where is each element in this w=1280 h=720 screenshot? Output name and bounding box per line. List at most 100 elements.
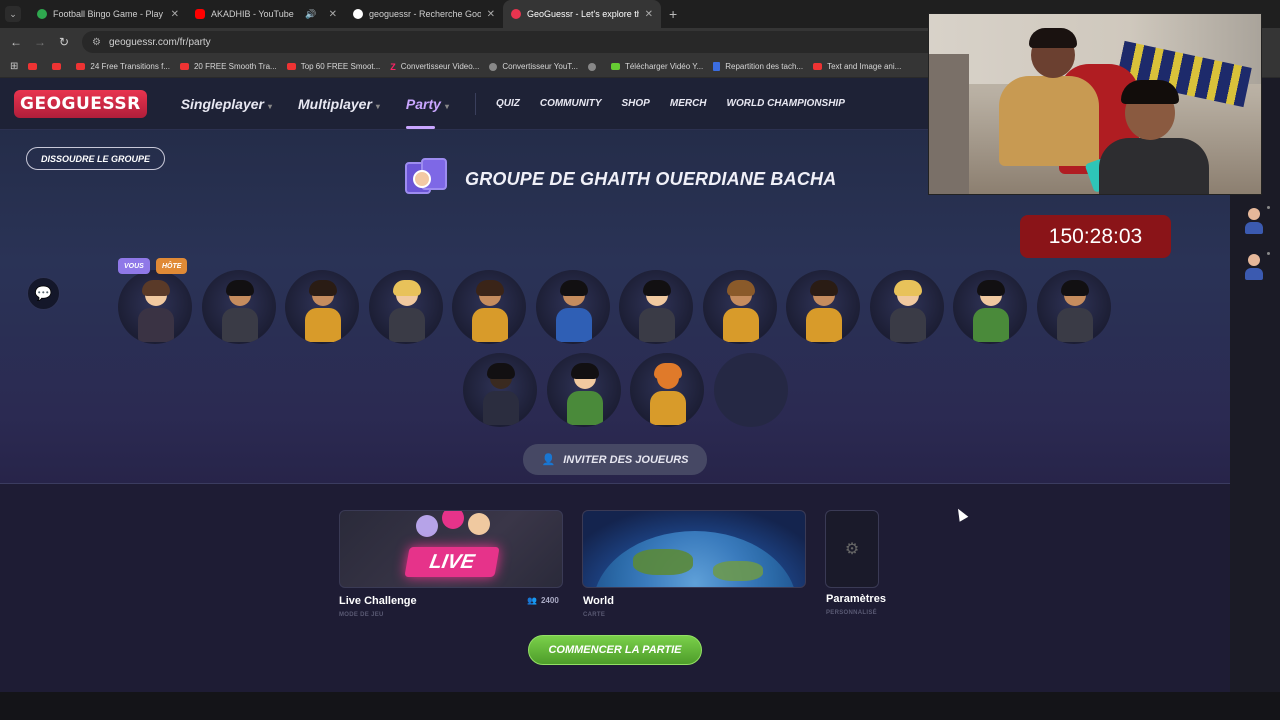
invite-label: INVITER DES JOUEURS [563,453,689,466]
map-card[interactable] [582,510,806,588]
bookmark-item[interactable]: Convertisseur YouT... [489,62,578,71]
webcam-overlay [928,13,1262,195]
settings-card[interactable]: ⚙ [825,510,879,588]
settings-sub: PERSONNALISÉ [826,610,877,616]
group-title: GROUPE DE GHAITH OUERDIANE BACHA [465,168,837,189]
site-info-icon[interactable]: ⚙ [92,37,101,48]
start-game-button[interactable]: COMMENCER LA PARTIE [528,635,702,665]
player-avatar[interactable] [619,270,693,344]
player-avatar[interactable] [463,353,537,427]
google-icon [353,9,363,19]
bookmark-item[interactable]: Top 60 FREE Smoot... [286,62,380,71]
live-badge: LIVE [404,547,500,577]
nav-quiz[interactable]: QUIZ [496,98,520,109]
geoguessr-favicon-icon [511,9,521,19]
player-avatar[interactable] [953,270,1027,344]
new-tab-icon[interactable]: + [669,6,677,22]
chat-icon[interactable]: 💬 [27,277,60,310]
bookmark-item[interactable]: Repartition des tach... [713,62,803,71]
player-avatar[interactable] [368,270,443,344]
nav-multiplayer[interactable]: Multiplayer ▾ [298,96,380,112]
tab-title: geoguessr - Recherche Google [369,9,481,19]
player-avatar[interactable] [201,270,276,344]
bookmark-item[interactable]: 24 Free Transitions f... [76,62,170,71]
game-mode-card[interactable]: LIVE [339,510,563,588]
bookmark-item[interactable]: 20 FREE Smooth Tra... [179,62,277,71]
bookmark-label: Convertisseur YouT... [502,62,578,71]
game-settings-panel: LIVE ⚙ Live Challenge MODE DE JEU 👥 2400 … [0,484,1230,692]
youtube-icon [813,63,823,70]
dissolve-group-button[interactable]: DISSOUDRE LE GROUPE [26,147,166,170]
tab-search-button[interactable]: ⌄ [5,6,21,22]
browser-tab[interactable]: AKADHIB - YouTube 🔊 ✕ [187,0,345,28]
bookmark-label: 20 FREE Smooth Tra... [193,62,277,71]
reload-icon[interactable]: ↻ [56,34,72,50]
close-tab-icon[interactable]: ✕ [487,9,495,20]
close-tab-icon[interactable]: ✕ [645,9,653,20]
tab-title: Football Bingo Game - Play Now [53,9,165,19]
bookmark-item[interactable] [587,62,601,71]
nav-shop[interactable]: SHOP [622,98,650,109]
forward-arrow-icon[interactable]: → [32,34,48,50]
nav-singleplayer[interactable]: Singleplayer ▾ [181,96,272,112]
gear-icon: ⚙ [844,541,860,558]
close-tab-icon[interactable]: ✕ [171,9,179,20]
bookmark-item[interactable] [28,63,42,70]
bookmark-item[interactable]: Text and Image ani... [813,62,901,71]
browser-tab-active[interactable]: GeoGuessr - Let's explore the world ✕ [503,0,661,28]
bookmark-label: Télécharger Vidéo Y... [624,62,704,71]
nav-community[interactable]: COMMUNITY [540,98,602,109]
status-dot [1267,252,1270,255]
group-header: GROUPE DE GHAITH OUERDIANE BACHA [405,158,836,200]
speaker-icon[interactable]: 🔊 [305,9,316,20]
stream-timer: 150:28:03 [1020,215,1171,258]
bookmark-item[interactable] [52,63,66,70]
chevron-down-icon: ▾ [375,101,380,111]
z-icon: Z [390,61,396,72]
browser-tab[interactable]: Football Bingo Game - Play Now ✕ [29,0,187,28]
status-dot [1267,206,1270,209]
player-avatar[interactable] [546,353,621,427]
player-avatar[interactable] [285,270,359,344]
player-avatar[interactable] [630,353,704,427]
nav-world-championship[interactable]: WORLD CHAMPIONSHIP [727,98,845,109]
download-icon [610,63,620,70]
taskbar [0,692,1280,720]
player-avatar[interactable] [535,270,610,344]
convert-icon [489,62,498,71]
youtube-icon [76,63,86,70]
sub-nav: QUIZ COMMUNITY SHOP MERCH WORLD CHAMPION… [474,92,865,115]
player-count: 👥 2400 [527,596,559,605]
map-sub: CARTE [583,612,606,618]
player-avatar[interactable] [452,270,526,344]
player-avatar[interactable] [118,270,192,344]
browser-tab[interactable]: geoguessr - Recherche Google ✕ [345,0,503,28]
empty-player-slot [713,353,788,427]
back-arrow-icon[interactable]: ← [8,34,24,50]
player-avatar[interactable] [1036,270,1111,344]
youtube-icon [28,63,38,70]
game-mode-label: Live Challenge [339,595,417,607]
invite-players-button[interactable]: 👤 INVITER DES JOUEURS [523,444,707,475]
youtube-icon [195,9,205,19]
player-avatar[interactable] [786,270,860,344]
friend-avatar[interactable] [1244,254,1264,282]
nav-merch[interactable]: MERCH [670,98,707,109]
apps-grid-icon[interactable]: ⊞ [10,61,18,72]
close-tab-icon[interactable]: ✕ [329,9,337,20]
nav-party[interactable]: Party ▾ [405,96,449,129]
people-icon: 👥 [527,596,537,605]
player-avatar[interactable] [869,270,944,344]
youtube-icon [286,63,296,70]
youtube-icon [179,63,189,70]
geoguessr-logo[interactable]: GEOGUESSR [14,89,147,118]
player-avatar[interactable] [702,270,777,344]
bookmark-item[interactable]: Z Convertisseur Video... [390,62,479,72]
friend-avatar[interactable] [1244,208,1264,236]
chevron-down-icon: ▾ [444,101,449,111]
chevron-down-icon: ▾ [267,101,272,111]
url-field[interactable]: ⚙ geoguessr.com/fr/party [82,31,1062,53]
bookmark-item[interactable]: Télécharger Vidéo Y... [610,62,704,71]
settings-label: Paramètres [826,593,886,605]
tab-title: AKADHIB - YouTube [211,9,294,19]
